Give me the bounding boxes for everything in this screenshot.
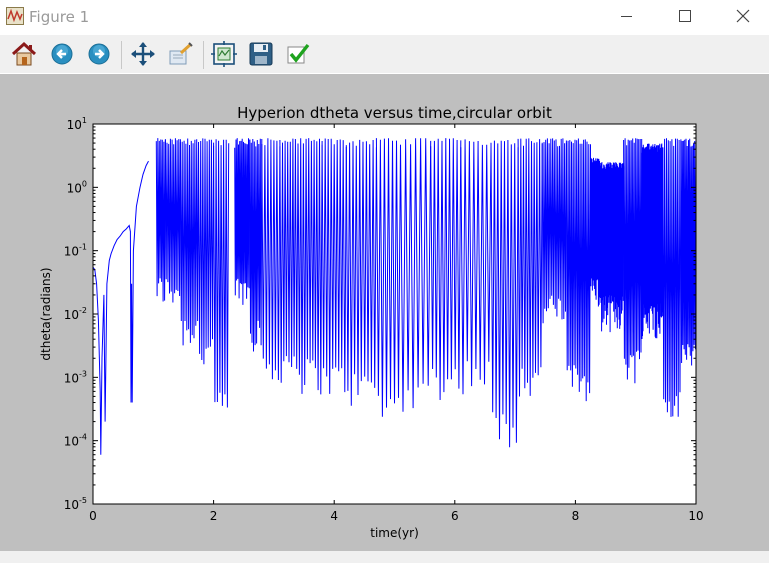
pan-button[interactable] <box>128 39 158 69</box>
y-tick-label: 101 <box>67 116 87 132</box>
x-tick-label: 10 <box>688 509 703 523</box>
arrow-left-icon <box>51 43 73 65</box>
y-tick-label: 100 <box>67 179 87 195</box>
x-tick-label: 8 <box>572 509 580 523</box>
floppy-disk-icon <box>249 42 273 66</box>
close-icon <box>736 9 750 23</box>
x-tick-label: 6 <box>451 509 459 523</box>
arrow-right-icon <box>88 43 110 65</box>
y-tick-label: 10-2 <box>64 306 87 322</box>
back-button[interactable] <box>47 39 77 69</box>
zoom-rect-icon <box>169 42 193 65</box>
window-title: Figure 1 <box>29 8 90 26</box>
x-tick-label: 2 <box>210 509 218 523</box>
minimize-button[interactable] <box>597 0 655 34</box>
status-bar <box>0 551 769 563</box>
y-tick-label: 10-4 <box>64 433 87 449</box>
configure-subplots-button[interactable] <box>209 39 239 69</box>
move-icon <box>131 42 155 66</box>
navigation-toolbar <box>0 35 769 73</box>
edit-axis-button[interactable] <box>283 39 313 69</box>
toolbar-separator <box>203 41 204 69</box>
home-button[interactable] <box>9 39 39 69</box>
y-tick-label: 10-3 <box>64 369 87 385</box>
forward-button[interactable] <box>84 39 114 69</box>
close-button[interactable] <box>711 0 769 34</box>
maximize-icon <box>679 10 691 22</box>
chart-title: Hyperion dtheta versus time,circular orb… <box>237 104 552 122</box>
maximize-button[interactable] <box>655 0 713 34</box>
x-tick-label: 4 <box>330 509 338 523</box>
minimize-icon <box>621 16 632 17</box>
figure-canvas[interactable]: 0 2 4 6 8 10 101 100 10-1 10-2 10-3 10-4 10-5 Hyperio… <box>0 74 769 551</box>
y-tick-label: 10-5 <box>64 496 87 512</box>
window-titlebar: Figure 1 <box>0 0 769 34</box>
series-segment <box>641 143 664 340</box>
checkmark-icon <box>287 43 310 64</box>
home-icon <box>11 41 37 66</box>
zoom-button[interactable] <box>165 39 195 69</box>
y-tick-label: 10-1 <box>64 243 87 259</box>
x-tick-label: 0 <box>89 509 97 523</box>
subplots-icon <box>211 41 237 67</box>
figure-app-icon <box>6 7 24 25</box>
x-axis-label: time(yr) <box>370 526 419 540</box>
toolbar-separator <box>121 41 122 69</box>
y-axis-label: dtheta(radians) <box>39 267 53 360</box>
chart-svg: 0 2 4 6 8 10 101 100 10-1 10-2 10-3 10-4 10-5 Hyperio… <box>39 104 704 540</box>
save-button[interactable] <box>246 39 276 69</box>
